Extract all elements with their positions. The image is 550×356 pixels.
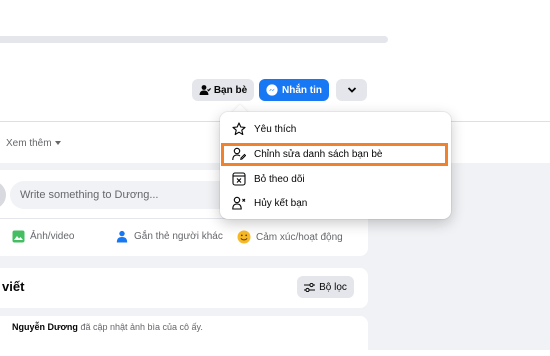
activity-author[interactable]: Nguyễn Dương (12, 322, 78, 332)
menu-item-unfollow-label: Bỏ theo dõi (254, 173, 305, 185)
filter-button-label: Bộ lọc (319, 281, 347, 293)
menu-item-unfollow[interactable]: Bỏ theo dõi (228, 168, 443, 190)
highlight-box (221, 143, 448, 166)
feeling-activity-label: Cảm xúc/hoạt động (256, 231, 343, 243)
photo-icon (12, 230, 25, 243)
menu-item-favorite-label: Yêu thích (254, 123, 297, 135)
tag-people-icon (116, 230, 128, 243)
cover-bottom-edge (0, 36, 388, 43)
top-bar (0, 0, 550, 30)
feeling-activity-button[interactable]: Cảm xúc/hoạt động (237, 230, 343, 244)
more-options-button[interactable] (336, 79, 367, 101)
posts-title: viết (2, 279, 25, 294)
filter-button[interactable]: Bộ lọc (297, 276, 354, 298)
see-more-tab[interactable]: Xem thêm (6, 138, 61, 149)
activity-text: Nguyễn Dương đã cập nhật ảnh bìa của cô … (12, 322, 203, 332)
friends-button[interactable]: Bạn bè (192, 79, 254, 101)
post-input-placeholder: Write something to Dương... (20, 189, 159, 201)
caret-down-icon (54, 141, 61, 146)
tag-people-button[interactable]: Gắn thẻ người khác (116, 230, 223, 243)
see-more-label: Xem thêm (6, 138, 52, 149)
post-input[interactable]: Write something to Dương... (10, 181, 250, 209)
feeling-icon (237, 230, 251, 244)
photo-video-button[interactable]: Ảnh/video (12, 230, 74, 243)
friends-icon (199, 85, 211, 95)
message-button[interactable]: Nhắn tin (259, 79, 329, 101)
menu-item-favorite[interactable]: Yêu thích (228, 118, 443, 140)
unfriend-icon (232, 196, 246, 210)
activity-description: đã cập nhật ảnh bìa của cô ấy. (80, 322, 203, 332)
filter-icon (304, 282, 316, 292)
chevron-down-icon (347, 87, 356, 93)
messenger-icon (266, 84, 278, 96)
photo-video-label: Ảnh/video (30, 231, 75, 242)
friends-button-label: Bạn bè (213, 84, 248, 96)
message-button-label: Nhắn tin (282, 84, 322, 96)
menu-item-unfriend-label: Hủy kết bạn (254, 197, 308, 209)
star-icon (232, 122, 246, 136)
unfollow-icon (232, 172, 246, 186)
menu-item-unfriend[interactable]: Hủy kết bạn (228, 192, 443, 214)
tag-people-label: Gắn thẻ người khác (134, 231, 223, 242)
